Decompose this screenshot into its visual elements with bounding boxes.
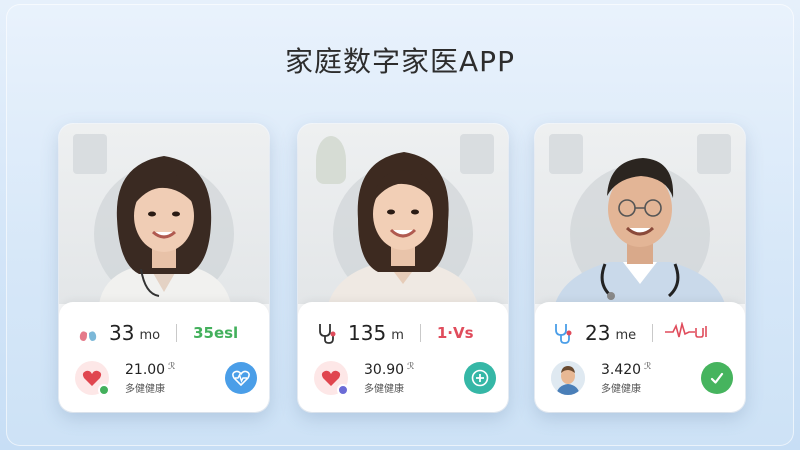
stat-row: 135 m 1·Vs (314, 318, 496, 348)
doctor-photo (59, 124, 269, 304)
metric-row: 21.00 ℛ 多健健康 (75, 358, 257, 398)
heart-icon (75, 361, 110, 396)
stat-unit: me (615, 327, 637, 343)
female-doctor-portrait (328, 152, 478, 304)
doctor-card-1[interactable]: 33 mo 35esl 21.00 ℛ 多健健康 (59, 124, 269, 412)
stat-value: 23 (585, 321, 611, 345)
add-button[interactable] (464, 362, 496, 394)
metric-info: 3.420 ℛ 多健健康 (601, 362, 651, 395)
doctor-card-3[interactable]: 23 me 3.420 ℛ 多健健康 (535, 124, 745, 412)
stat-row: 23 me (551, 318, 733, 348)
checkmark-icon (710, 372, 724, 384)
health-panel: 135 m 1·Vs 30.90 ℛ 多健健康 (298, 302, 508, 412)
info-badge-icon (337, 384, 349, 396)
metric-value: 3.420 (601, 361, 642, 378)
confirm-button[interactable] (701, 362, 733, 394)
lungs-icon (75, 320, 101, 346)
check-badge-icon (98, 384, 110, 396)
metric-info: 30.90 ℛ 多健健康 (364, 362, 414, 395)
side-value: 1·Vs (436, 324, 474, 342)
health-panel: 23 me 3.420 ℛ 多健健康 (535, 302, 745, 412)
metric-row: 3.420 ℛ 多健健康 (551, 358, 733, 398)
doctor-card-2[interactable]: 135 m 1·Vs 30.90 ℛ 多健健康 (298, 124, 508, 412)
metric-info: 21.00 ℛ 多健健康 (125, 362, 175, 395)
heart-pulse-icon (232, 370, 250, 386)
metric-label: 多健健康 (601, 383, 641, 395)
stethoscope-icon (314, 320, 340, 346)
heartbeat-wave-icon (665, 320, 709, 344)
divider (176, 324, 178, 342)
heart-icon (314, 361, 349, 396)
metric-row: 30.90 ℛ 多健健康 (314, 358, 496, 398)
heart-pulse-button[interactable] (225, 362, 257, 394)
metric-value: 30.90 (364, 361, 405, 378)
metric-unit: ℛ (168, 361, 176, 372)
health-panel: 33 mo 35esl 21.00 ℛ 多健健康 (59, 302, 269, 412)
female-doctor-portrait (99, 156, 231, 304)
stat-value: 33 (109, 321, 135, 345)
page-title: 家庭数字家医APP (285, 45, 515, 78)
plus-icon (471, 369, 489, 387)
metric-label: 多健健康 (364, 383, 404, 395)
doctor-photo (535, 124, 745, 304)
avatar (551, 361, 585, 395)
male-doctor-portrait (555, 158, 725, 304)
stethoscope-icon (551, 320, 577, 346)
stat-value: 135 (348, 321, 387, 345)
metric-unit: ℛ (644, 361, 652, 372)
metric-value: 21.00 (125, 361, 166, 378)
stat-row: 33 mo 35esl (75, 318, 257, 348)
stat-unit: m (391, 327, 404, 343)
doctor-photo (298, 124, 508, 304)
divider (652, 324, 654, 342)
stat-unit: mo (139, 327, 161, 343)
divider (419, 324, 421, 342)
side-value: 35esl (193, 324, 239, 342)
metric-unit: ℛ (407, 361, 415, 372)
metric-label: 多健健康 (125, 383, 165, 395)
